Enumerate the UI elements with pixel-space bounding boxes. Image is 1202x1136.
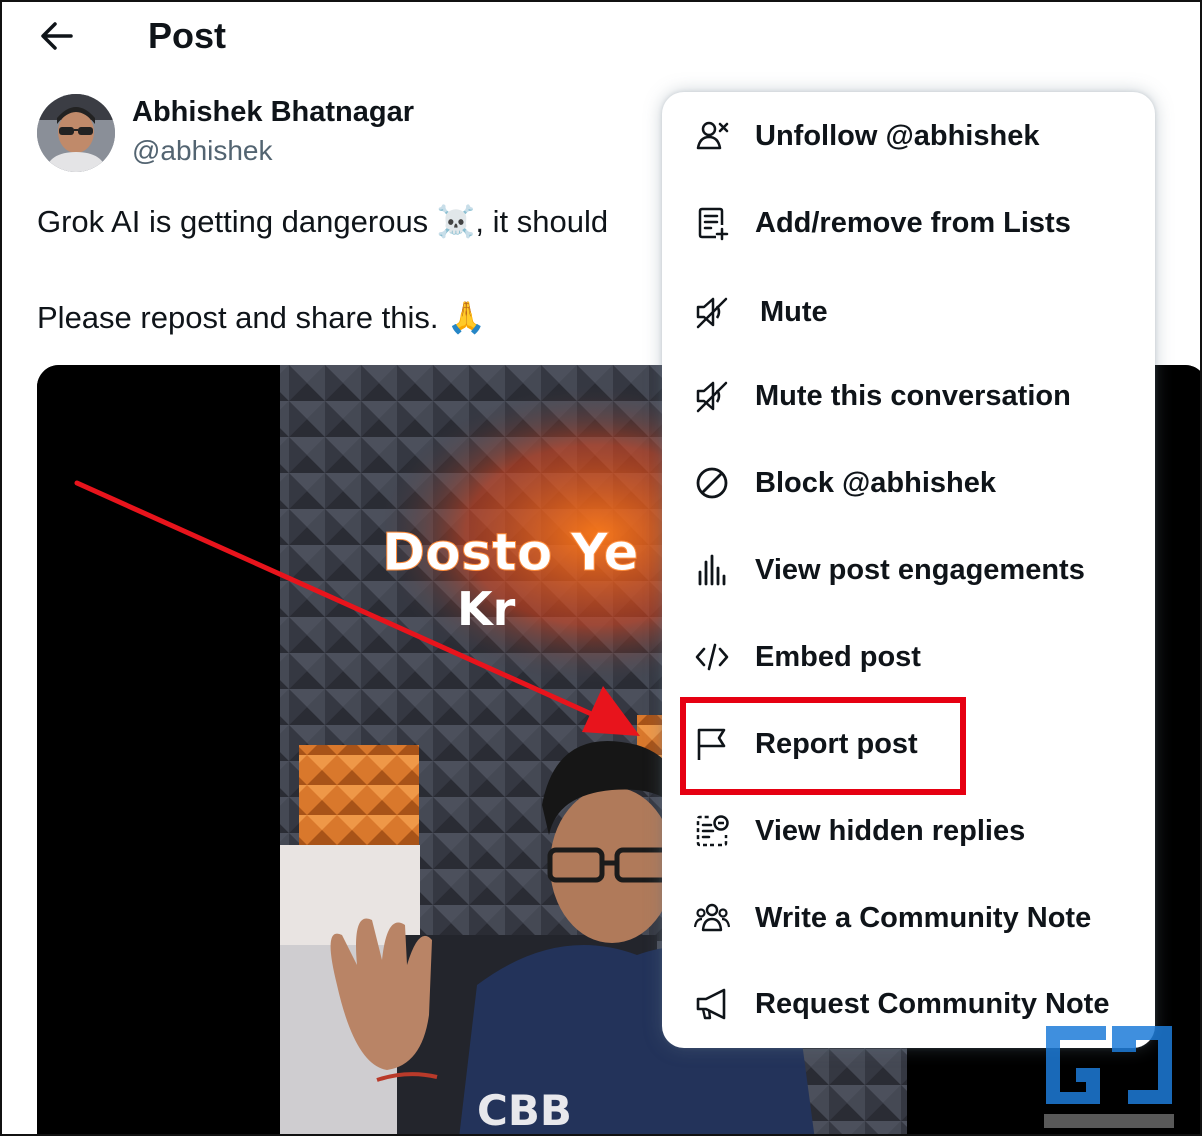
menu-item-label: Mute — [760, 296, 828, 328]
watermark-logo — [1040, 1022, 1178, 1134]
avatar[interactable] — [37, 94, 115, 172]
block-icon — [694, 465, 730, 501]
menu-item-label: Write a Community Note — [755, 902, 1092, 934]
menu-item-report[interactable]: Report post — [662, 701, 1155, 787]
menu-item-add-remove-lists[interactable]: Add/remove from Lists — [662, 180, 1155, 266]
menu-item-block[interactable]: Block @abhishek — [662, 440, 1155, 526]
menu-item-unfollow[interactable]: Unfollow @abhishek — [662, 93, 1155, 179]
community-icon — [694, 900, 730, 936]
menu-item-mute-conversation[interactable]: Mute this conversation — [662, 353, 1155, 439]
tweet-text-line-1: Grok AI is getting dangerous ☠️, it shou… — [37, 204, 609, 239]
menu-item-label: Request Community Note — [755, 988, 1110, 1020]
top-bar: Post — [0, 0, 1202, 72]
embed-icon — [694, 639, 730, 675]
author-name[interactable]: Abhishek Bhatnagar — [132, 94, 414, 130]
author-handle[interactable]: @abhishek — [132, 134, 273, 168]
back-button[interactable] — [34, 14, 78, 58]
post-options-menu: Unfollow @abhishek Add/remove from Lists… — [662, 92, 1155, 1048]
tweet-text-line-2: Please repost and share this. 🙏 — [37, 300, 486, 335]
flag-icon — [694, 726, 730, 762]
menu-item-label: Report post — [755, 728, 918, 760]
menu-item-view-engagements[interactable]: View post engagements — [662, 527, 1155, 613]
back-arrow-icon — [41, 22, 73, 50]
mute-icon — [694, 294, 730, 330]
avatar-image — [37, 94, 115, 172]
megaphone-icon — [694, 986, 730, 1022]
menu-item-label: Embed post — [755, 641, 921, 673]
menu-item-hidden-replies[interactable]: View hidden replies — [662, 788, 1155, 874]
menu-item-label: View hidden replies — [755, 815, 1026, 847]
menu-item-mute[interactable]: Mute — [662, 269, 1155, 355]
menu-item-label: Add/remove from Lists — [755, 207, 1071, 239]
hidden-replies-icon — [694, 813, 730, 849]
engagements-icon — [694, 552, 730, 588]
menu-item-embed[interactable]: Embed post — [662, 614, 1155, 700]
menu-item-label: Unfollow @abhishek — [755, 120, 1040, 152]
mute-conversation-icon — [694, 378, 730, 414]
menu-item-label: Block @abhishek — [755, 467, 997, 499]
page-title: Post — [148, 15, 227, 56]
video-overlay-text-1: Dosto Ye — [382, 523, 639, 583]
menu-item-label: Mute this conversation — [755, 380, 1071, 412]
video-shirt-text: CBB — [477, 1086, 572, 1135]
list-add-icon — [694, 205, 730, 241]
menu-item-label: View post engagements — [755, 554, 1085, 586]
video-overlay-text-2: Kr — [457, 582, 516, 636]
menu-item-write-community-note[interactable]: Write a Community Note — [662, 875, 1155, 961]
unfollow-icon — [694, 118, 730, 154]
